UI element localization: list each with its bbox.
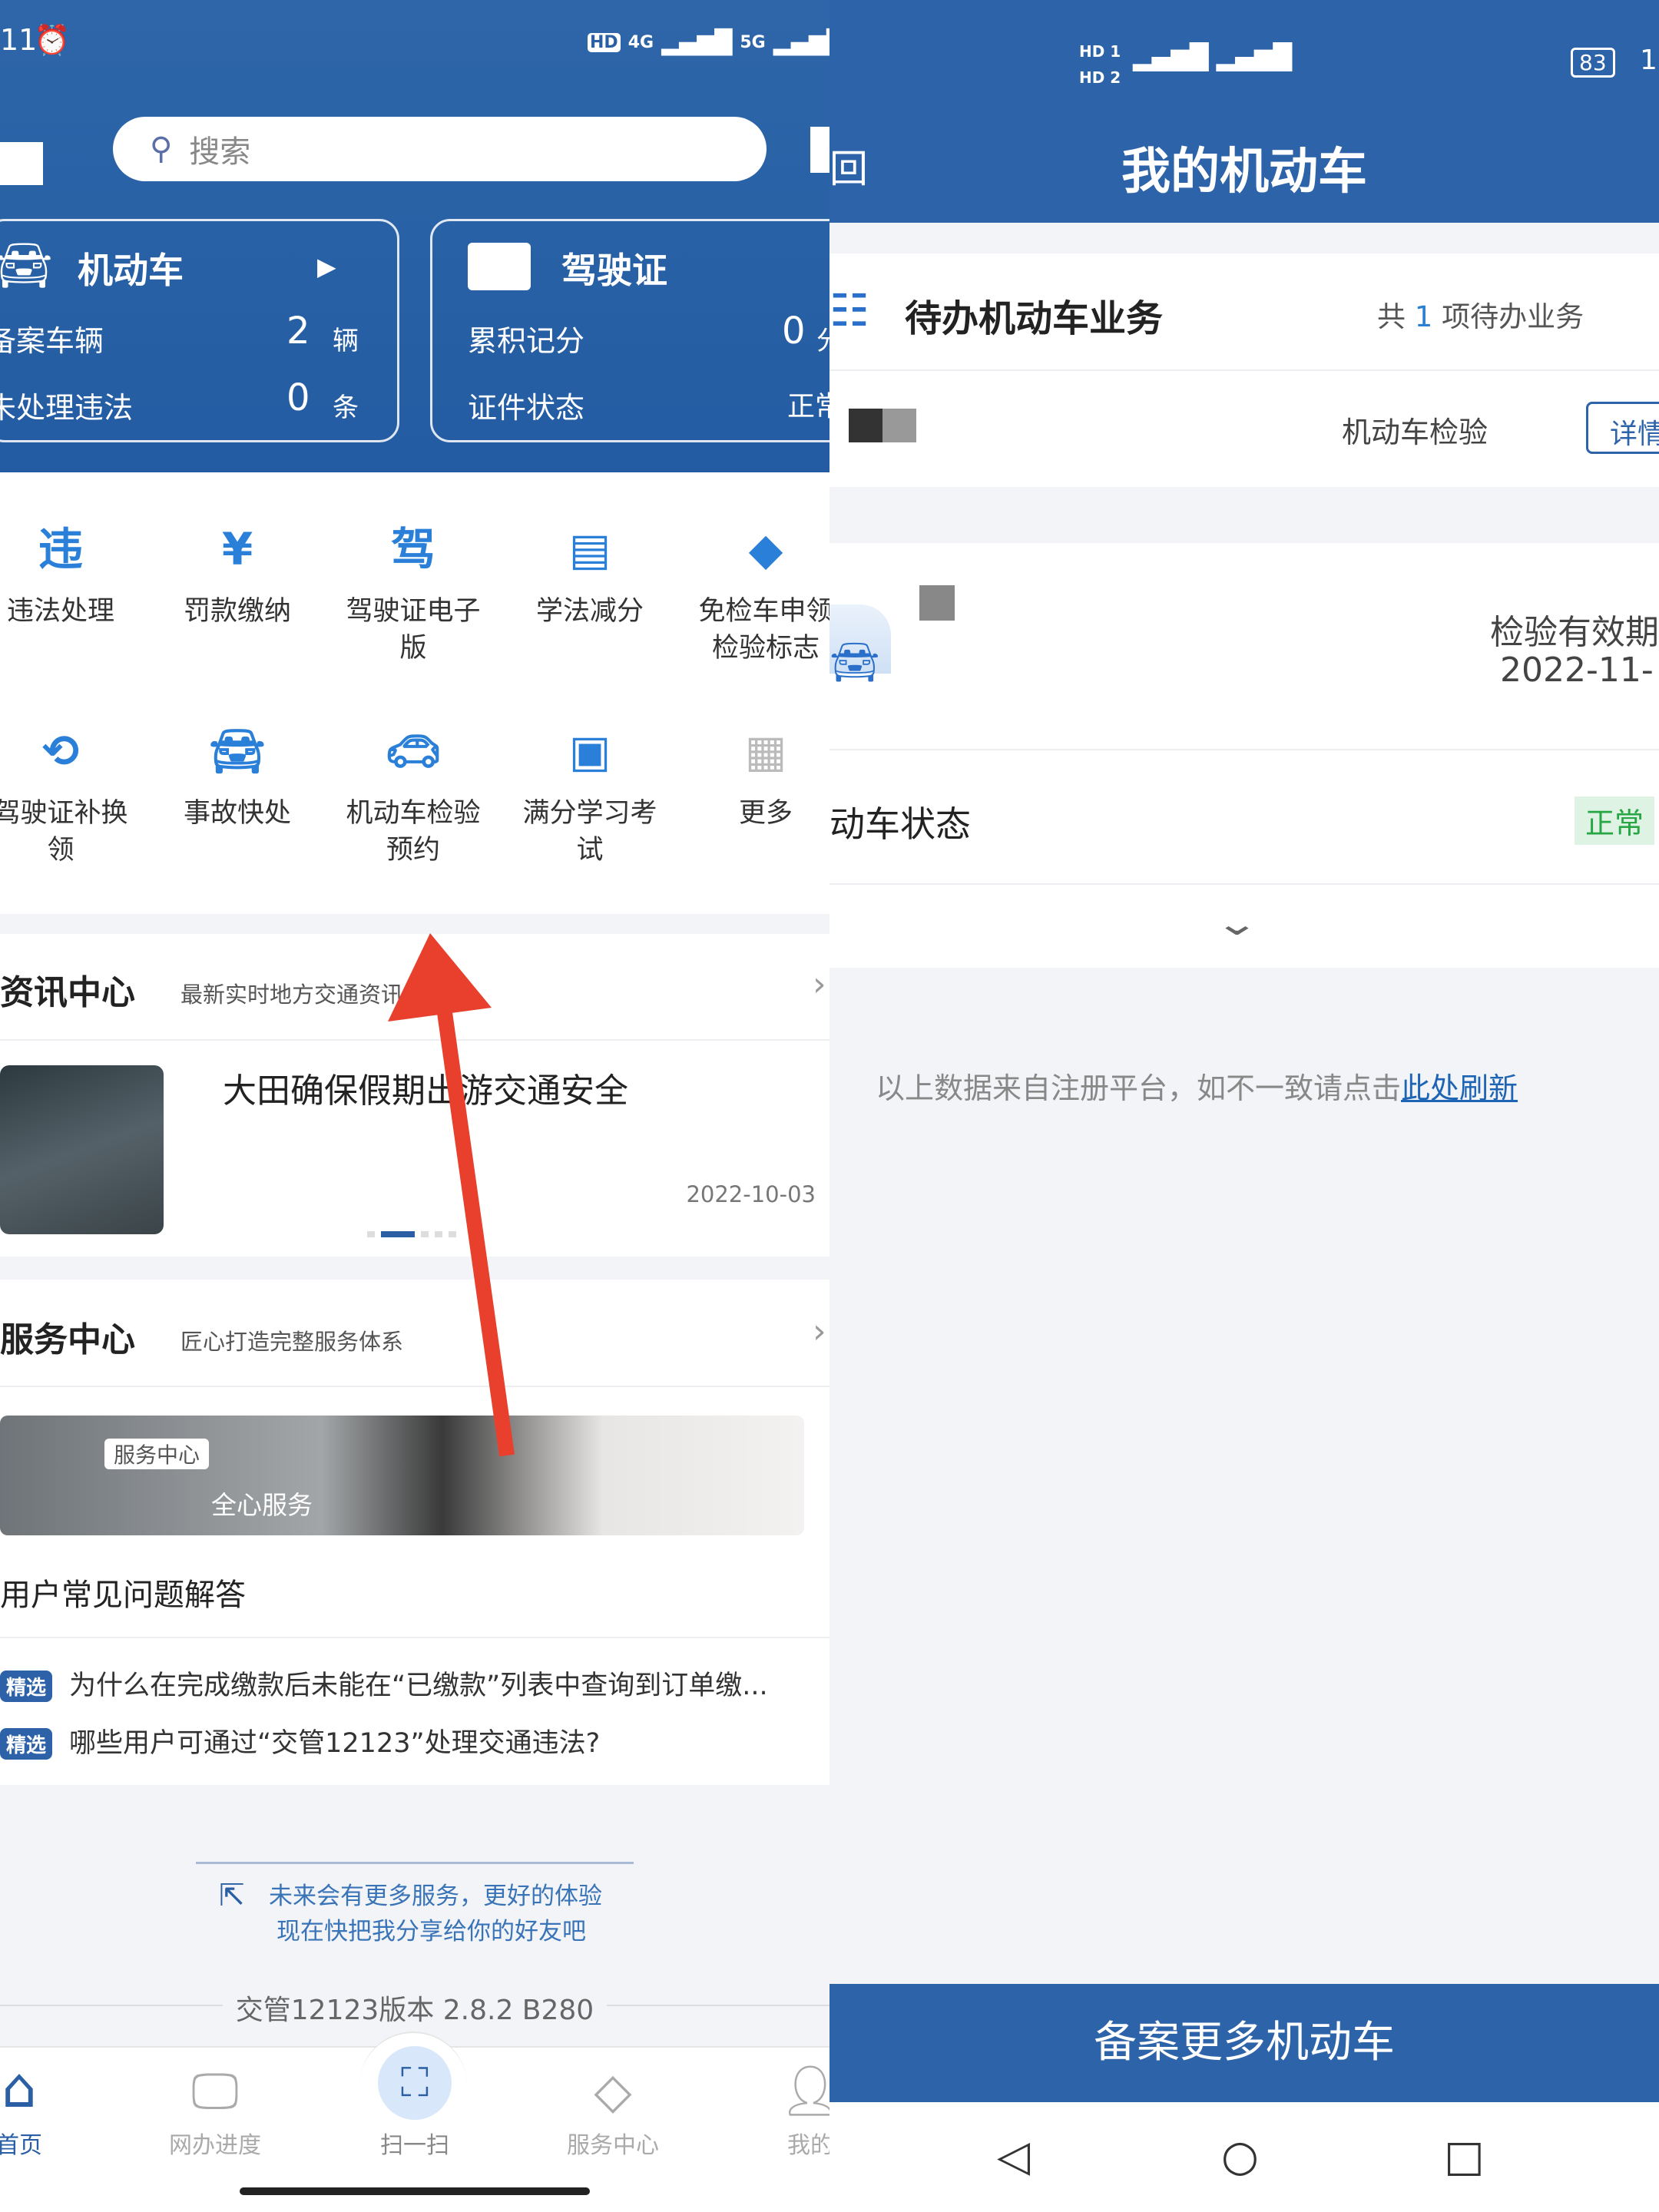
task-clock-icon: ☷ (830, 284, 869, 336)
pending-card: ☷ 待办机动车业务 共 1 项待办业务 机动车检验 详情 (830, 253, 1659, 487)
swipe-up-arrow (388, 933, 515, 1457)
vehicle-status-badge: 正常 (1575, 796, 1655, 845)
plate-redacted (919, 585, 955, 621)
recents-nav-icon[interactable]: □ (1444, 2131, 1485, 2181)
vehicle-card[interactable]: 🚘︎ 检验有效期 2022-11- 动车状态 正常 ⌄ (830, 543, 1659, 968)
back-nav-icon[interactable]: ◁ (997, 2131, 1030, 2181)
my-vehicles-screen: HD 1 HD 2 ▂▄▆█ ▂▄▆█ 83 1 回 我的机动车 ☷ 待办机动车业… (830, 0, 1659, 2212)
car-icon: 🚘︎ (830, 640, 881, 686)
validity-date: 2022-11- (1500, 651, 1654, 690)
note-text: 以上数据来自注册平台，如不一致请点击 (876, 1071, 1402, 1105)
count-prefix: 共 (1377, 300, 1406, 333)
vehicle-status-label: 动车状态 (830, 803, 971, 845)
plate-redacted (849, 409, 882, 442)
chevron-down-icon[interactable]: ⌄ (1214, 904, 1260, 943)
pending-count: 共 1 项待办业务 (1377, 293, 1584, 335)
home-nav-icon[interactable]: ○ (1221, 2131, 1259, 2181)
signal-icon: ▂▄▆█ ▂▄▆█ (1133, 42, 1293, 71)
detail-button[interactable]: 详情 (1586, 402, 1659, 454)
battery-icon: 83 (1571, 48, 1615, 78)
data-source-note: 以上数据来自注册平台，如不一致请点击此处刷新 (876, 1065, 1518, 1107)
register-more-vehicles-button[interactable]: 备案更多机动车 (830, 1984, 1659, 2102)
pending-title: 待办机动车业务 (905, 297, 1164, 340)
page-title: 我的机动车 (1121, 144, 1367, 200)
pending-item-type: 机动车检验 (1342, 416, 1488, 449)
count-suffix: 项待办业务 (1442, 300, 1584, 333)
count-value: 1 (1414, 300, 1433, 333)
refresh-link[interactable]: 此处刷新 (1401, 1071, 1518, 1105)
home-screen: 11 ⏰ HD 4G▂▄▆█ 5G▂▄▆█ 98 ⚲ 搜索 🚘︎ 机动车 ▶ 备… (0, 0, 830, 2212)
validity-label: 检验有效期 (1490, 613, 1659, 652)
status-time: 1 (1640, 45, 1657, 76)
plate-redacted (882, 409, 916, 442)
dual-sim-icon: HD 1 HD 2 (1079, 42, 1121, 87)
